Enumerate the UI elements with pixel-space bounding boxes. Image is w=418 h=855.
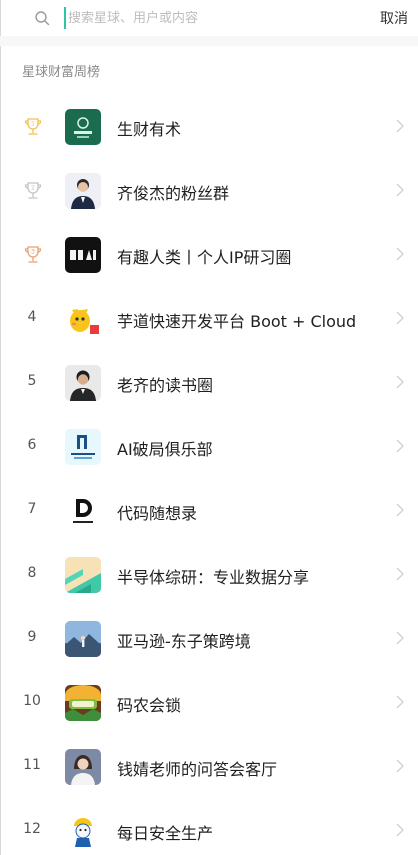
circle-name: 亚马逊-东子策跨境 <box>117 632 251 651</box>
shengcai-logo-icon <box>65 109 101 145</box>
circle-name: AI破局俱乐部 <box>117 440 213 459</box>
rank-number: 10 <box>23 693 41 709</box>
circle-name: 齐俊杰的粉丝群 <box>117 184 230 203</box>
rank-number: 6 <box>27 437 37 453</box>
chevron-right-icon <box>396 759 404 773</box>
trophy-bronze-icon: 3 <box>24 246 42 263</box>
ranking-row[interactable]: 3 有趣人类丨个人IP研习圈 <box>0 223 418 287</box>
ranking-row[interactable]: 7 代码随想录 <box>0 479 418 543</box>
safety-mascot-icon <box>65 813 101 849</box>
chevron-right-icon <box>396 439 404 453</box>
rank-number: 9 <box>27 629 37 645</box>
man-in-suit-photo-icon <box>65 173 101 209</box>
circle-name: 每日安全生产 <box>117 824 214 843</box>
cancel-button[interactable]: 取消 <box>380 8 408 28</box>
chevron-right-icon <box>396 375 404 389</box>
svg-text:3: 3 <box>31 249 35 256</box>
trophy-gold-icon: 1 <box>24 118 42 135</box>
circle-name: 生财有术 <box>117 120 182 139</box>
ranking-row[interactable]: 11 钱婧老师的问答会客厅 <box>0 735 418 799</box>
ranking-row[interactable]: 12 每日安全生产 <box>0 799 418 855</box>
chevron-right-icon <box>396 503 404 517</box>
chevron-right-icon <box>396 695 404 709</box>
circle-name: 代码随想录 <box>117 504 198 523</box>
man-portrait-photo-icon <box>65 365 101 401</box>
rank-number: 7 <box>27 501 37 517</box>
circle-name: 有趣人类丨个人IP研习圈 <box>117 248 292 267</box>
circle-name: 半导体综研：专业数据分享 <box>117 568 310 587</box>
circle-name: 芋道快速开发平台 Boot + Cloud <box>117 312 357 331</box>
ranking-row[interactable]: 5 老齐的读书圈 <box>0 351 418 415</box>
ranking-list: 1 生财有术 2 齐俊杰的粉丝群 3 有趣人类丨个人IP研习圈 4 芋道快速开发… <box>0 95 418 855</box>
ranking-row[interactable]: 8 半导体综研：专业数据分享 <box>0 543 418 607</box>
chevron-right-icon <box>396 311 404 325</box>
trophy-silver-icon: 2 <box>24 182 42 199</box>
circle-name: 码农会锁 <box>117 696 182 715</box>
woman-portrait-photo-icon <box>65 749 101 785</box>
search-bar: 取消 <box>0 0 418 36</box>
rank-number: 12 <box>23 821 41 837</box>
ranking-row[interactable]: 9 亚马逊-东子策跨境 <box>0 607 418 671</box>
svg-text:1: 1 <box>31 121 35 128</box>
svg-text:2: 2 <box>31 185 35 192</box>
rank-number: 11 <box>23 757 41 773</box>
section-divider <box>0 36 418 46</box>
ranking-row[interactable]: 10 码农会锁 <box>0 671 418 735</box>
yellow-mascot-icon <box>65 301 101 337</box>
section-title: 星球财富周榜 <box>22 65 101 80</box>
rank-number: 5 <box>27 373 37 389</box>
circle-name: 老齐的读书圈 <box>117 376 214 395</box>
search-icon <box>35 11 50 26</box>
circle-name: 钱婧老师的问答会客厅 <box>117 760 278 779</box>
ranking-row[interactable]: 4 芋道快速开发平台 Boot + Cloud <box>0 287 418 351</box>
black-logo-youqu-icon <box>65 237 101 273</box>
ranking-row[interactable]: 2 齐俊杰的粉丝群 <box>0 159 418 223</box>
letter-d-logo-icon <box>65 493 101 529</box>
ranking-row[interactable]: 1 生财有术 <box>0 95 418 159</box>
chevron-right-icon <box>396 183 404 197</box>
ranking-row[interactable]: 6 AI破局俱乐部 <box>0 415 418 479</box>
landscape-photo-icon <box>65 621 101 657</box>
chevron-right-icon <box>396 631 404 645</box>
rank-number: 8 <box>27 565 37 581</box>
chevron-right-icon <box>396 119 404 133</box>
search-input[interactable] <box>64 7 354 29</box>
chevron-right-icon <box>396 567 404 581</box>
colorful-cartoon-icon <box>65 685 101 721</box>
chevron-right-icon <box>396 823 404 837</box>
rank-number: 4 <box>27 309 37 325</box>
green-geometric-logo-icon <box>65 557 101 593</box>
ai-pojü-logo-icon <box>65 429 101 465</box>
chevron-right-icon <box>396 247 404 261</box>
